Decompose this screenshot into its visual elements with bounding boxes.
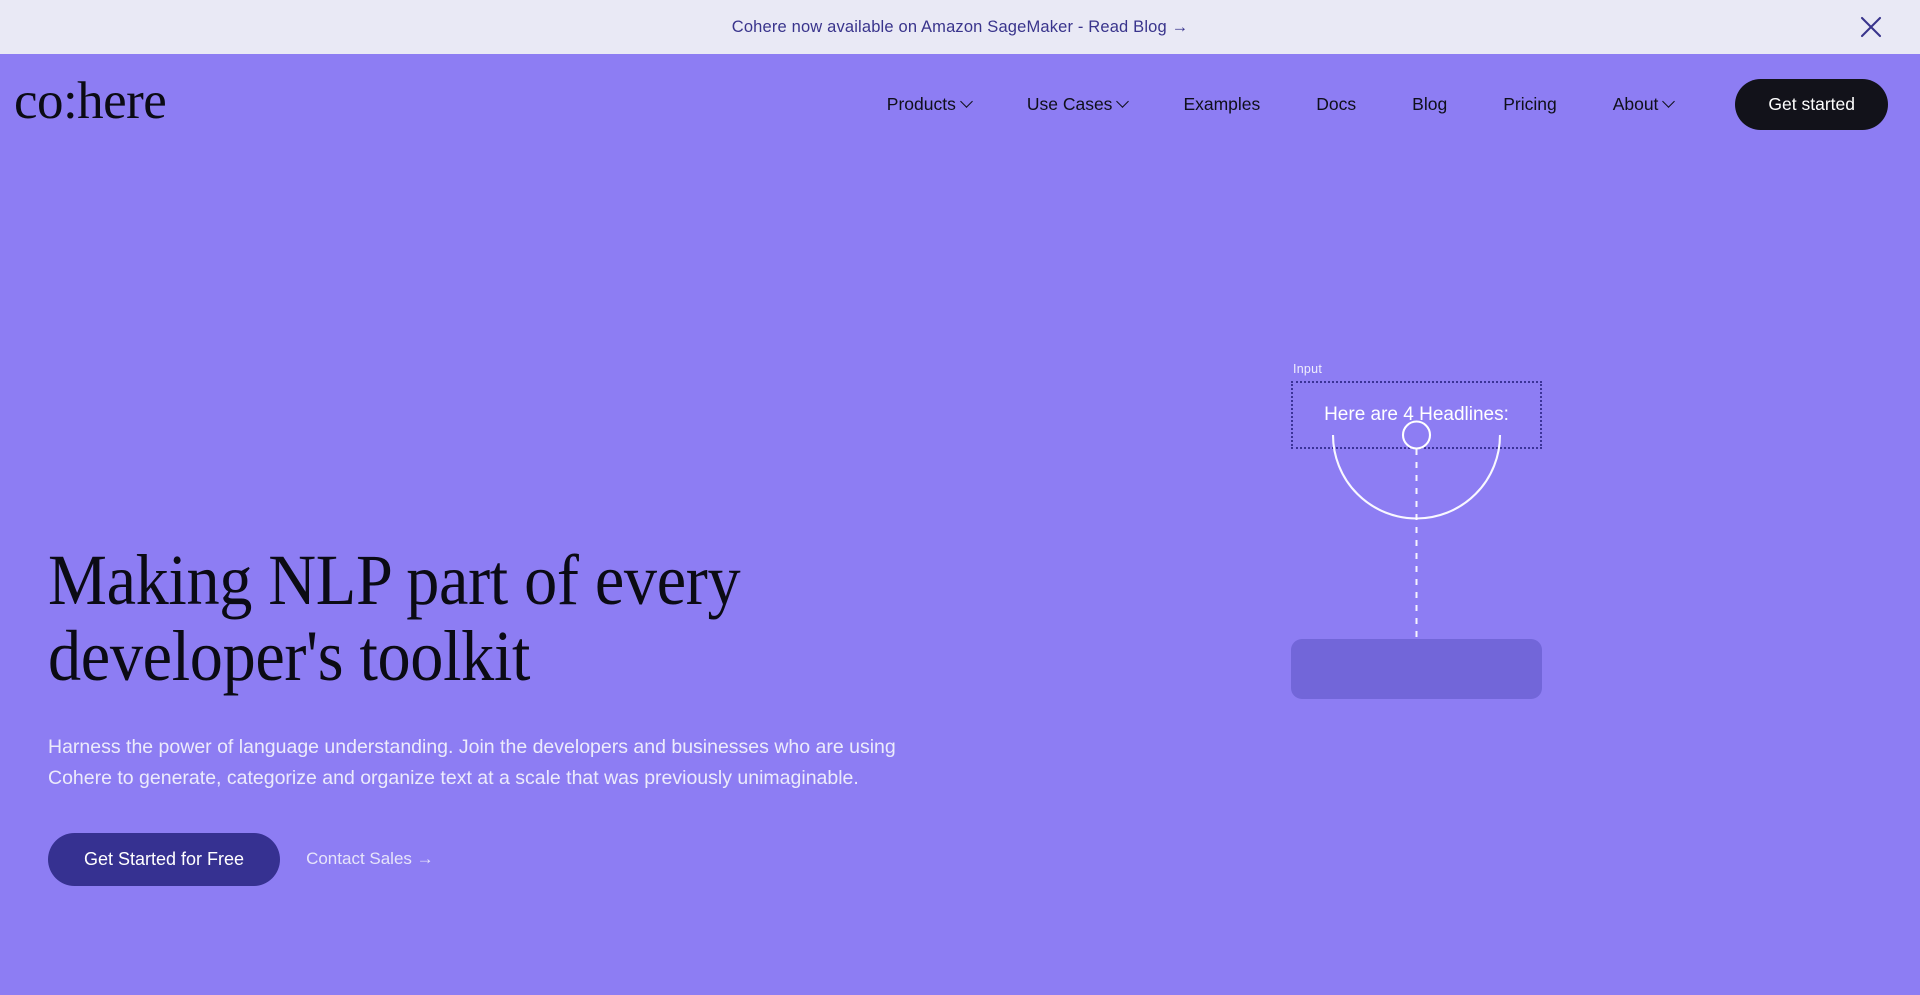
nav-item-use-cases[interactable]: Use Cases bbox=[999, 84, 1156, 125]
hero-copy: Making NLP part of every developer's too… bbox=[48, 542, 978, 886]
nav-item-about[interactable]: About bbox=[1585, 84, 1702, 125]
page-title: Making NLP part of every developer's too… bbox=[48, 540, 741, 697]
nav-item-label: Examples bbox=[1183, 93, 1261, 114]
nav-item-examples[interactable]: Examples bbox=[1155, 84, 1288, 125]
announcement-banner: Cohere now available on Amazon SageMaker… bbox=[0, 0, 1920, 54]
nav-item-label: Docs bbox=[1316, 93, 1357, 114]
hero-illustration: Input Here are 4 Headlines: bbox=[1291, 362, 1546, 782]
cohere-logo[interactable]: co:here bbox=[14, 74, 167, 134]
nav-item-pricing[interactable]: Pricing bbox=[1475, 84, 1585, 125]
nav-item-label: Blog bbox=[1412, 93, 1448, 114]
nav-item-label: Products bbox=[886, 93, 956, 114]
chevron-down-icon bbox=[1116, 94, 1130, 108]
hero-cta-row: Get Started for Free Contact Sales → bbox=[48, 832, 978, 886]
get-started-for-free-button[interactable]: Get Started for Free bbox=[48, 832, 281, 886]
nav-item-label: About bbox=[1612, 93, 1659, 114]
nav-item-blog[interactable]: Blog bbox=[1384, 84, 1475, 125]
hero-subcopy: Harness the power of language understand… bbox=[48, 735, 896, 790]
site-header: co:here Products Use Cases Examples Docs… bbox=[0, 54, 1920, 154]
contact-sales-link[interactable]: Contact Sales → bbox=[300, 841, 440, 877]
nav-item-label: Use Cases bbox=[1026, 93, 1113, 114]
close-icon[interactable] bbox=[1854, 10, 1888, 44]
announcement-banner-link[interactable]: Cohere now available on Amazon SageMaker… bbox=[732, 18, 1189, 37]
nav-item-label: Pricing bbox=[1503, 93, 1557, 114]
chevron-down-icon bbox=[959, 94, 973, 108]
main-navigation: Products Use Cases Examples Docs Blog Pr… bbox=[859, 78, 1888, 130]
chevron-down-icon bbox=[1662, 94, 1676, 108]
illustration-graphic bbox=[1331, 420, 1502, 639]
nav-item-docs[interactable]: Docs bbox=[1288, 84, 1384, 125]
hero-section: co:here Products Use Cases Examples Docs… bbox=[0, 54, 1920, 995]
output-block bbox=[1291, 639, 1542, 699]
nav-item-products[interactable]: Products bbox=[859, 84, 999, 125]
get-started-button[interactable]: Get started bbox=[1735, 78, 1888, 130]
